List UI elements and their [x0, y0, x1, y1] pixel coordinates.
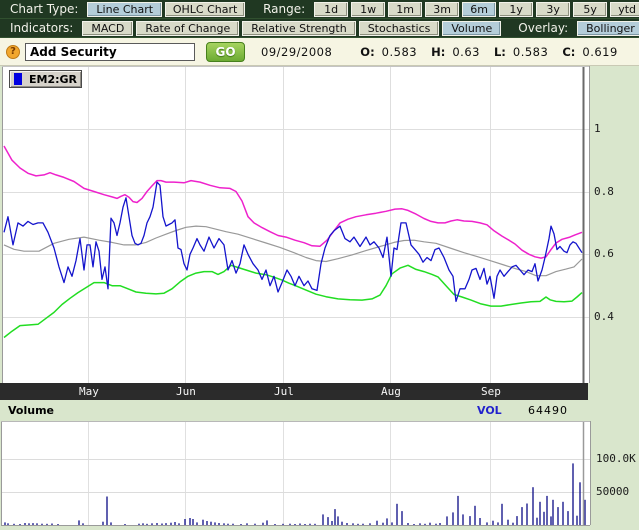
range-label: Range: — [257, 2, 311, 16]
quote-close-label: C: — [562, 45, 575, 59]
month-tick-label: May — [79, 385, 99, 398]
quote-high-label: H: — [431, 45, 445, 59]
series-color-swatch-icon — [14, 73, 22, 85]
volume-tick-label: 100.0K — [596, 452, 636, 465]
range-1w-button[interactable]: 1w — [351, 2, 385, 17]
price-chart-panel: EM2:GR 1 0.8 0.6 0.4 — [0, 66, 639, 383]
price-tick-label: 1 — [594, 122, 601, 135]
indicator-stochastics-button[interactable]: Stochastics — [359, 21, 440, 36]
range-3m-button[interactable]: 3m — [425, 2, 459, 17]
volume-tick-label: 50000 — [596, 485, 629, 498]
stock-chart-app: { "palette": { "toolbar_bg": "#203822", … — [0, 0, 639, 530]
indicators-toolbar: Indicators: MACD Rate of Change Relative… — [0, 19, 639, 38]
help-icon[interactable]: ? — [6, 45, 20, 59]
chart-type-ohlc-button[interactable]: OHLC Chart — [165, 2, 245, 17]
quote-readout: 09/29/2008 O: 0.583 H: 0.63 L: 0.583 C: … — [261, 45, 618, 59]
indicators-label: Indicators: — [4, 21, 79, 35]
overlay-label: Overlay: — [512, 21, 574, 35]
go-button[interactable]: GO — [206, 42, 245, 62]
indicator-relative-strength-button[interactable]: Relative Strength — [242, 21, 355, 36]
range-6m-button[interactable]: 6m — [462, 2, 496, 17]
vol-label: VOL — [477, 404, 502, 417]
range-3y-button[interactable]: 3y — [536, 2, 570, 17]
security-quote-bar: ? GO 09/29/2008 O: 0.583 H: 0.63 L: 0.58… — [0, 38, 639, 66]
security-legend-button[interactable]: EM2:GR — [9, 70, 82, 88]
price-tick-label: 0.6 — [594, 247, 614, 260]
indicator-macd-button[interactable]: MACD — [82, 21, 133, 36]
price-chart-plot — [0, 66, 639, 383]
volume-chart-plot — [0, 421, 639, 530]
chart-type-line-button[interactable]: Line Chart — [87, 2, 162, 17]
overlay-bollinger-bands-button[interactable]: Bollinger Bands — [577, 21, 639, 36]
volume-chart-panel: 100.0K 50000 — [0, 421, 639, 530]
quote-close-value: 0.619 — [582, 45, 617, 59]
date-axis: May Jun Jul Aug Sep — [0, 383, 639, 400]
range-1m-button[interactable]: 1m — [388, 2, 422, 17]
month-tick-label: Jul — [274, 385, 294, 398]
month-tick-label: Jun — [176, 385, 196, 398]
volume-header: Volume VOL 64490 — [0, 400, 639, 421]
range-ytd-button[interactable]: ytd — [610, 2, 639, 17]
add-security-input[interactable] — [25, 43, 195, 61]
chart-type-range-toolbar: Chart Type: Line Chart OHLC Chart Range:… — [0, 0, 639, 19]
quote-low-value: 0.583 — [513, 45, 548, 59]
price-tick-label: 0.8 — [594, 185, 614, 198]
vol-value: 64490 — [528, 404, 568, 417]
chart-type-label: Chart Type: — [4, 2, 84, 16]
month-tick-label: Sep — [481, 385, 501, 398]
security-symbol: EM2:GR — [29, 73, 77, 86]
month-tick-label: Aug — [381, 385, 401, 398]
quote-date: 09/29/2008 — [261, 45, 332, 59]
range-1y-button[interactable]: 1y — [499, 2, 533, 17]
price-tick-label: 0.4 — [594, 310, 614, 323]
volume-title: Volume — [8, 404, 54, 417]
quote-low-label: L: — [494, 45, 506, 59]
range-1d-button[interactable]: 1d — [314, 2, 348, 17]
indicator-rate-of-change-button[interactable]: Rate of Change — [136, 21, 239, 36]
indicator-volume-button[interactable]: Volume — [442, 21, 501, 36]
range-5y-button[interactable]: 5y — [573, 2, 607, 17]
quote-open-label: O: — [360, 45, 374, 59]
quote-open-value: 0.583 — [382, 45, 417, 59]
quote-high-value: 0.63 — [452, 45, 480, 59]
